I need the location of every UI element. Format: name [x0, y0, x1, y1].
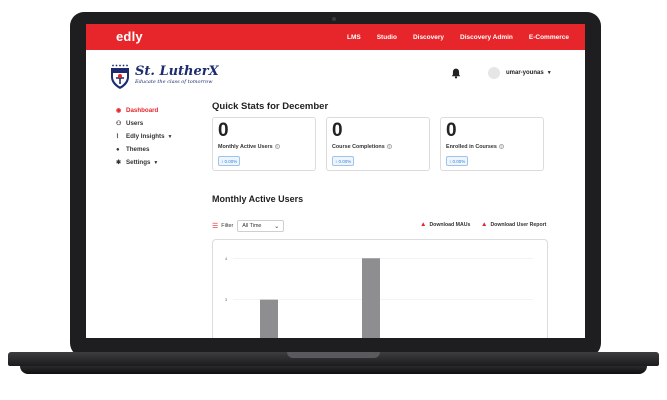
- stat-card-monthly-active-users: 0 Monthly Active Users? ↕ 0.00%: [212, 117, 316, 171]
- bell-icon[interactable]: [451, 68, 461, 79]
- chevron-down-icon: ▼: [546, 70, 552, 76]
- y-tick-label: 4: [225, 256, 228, 261]
- stat-value: 0: [218, 120, 229, 141]
- dashboard-icon: ◉: [116, 108, 122, 114]
- laptop-notch: [287, 352, 380, 358]
- download-user-report-label: Download User Report: [490, 221, 547, 228]
- filter-label: Filter: [221, 223, 234, 229]
- filter-select-value: All Time: [242, 223, 262, 229]
- sidebar-item-dashboard[interactable]: ◉ Dashboard: [116, 104, 216, 117]
- avatar: [488, 67, 500, 79]
- brand-logo[interactable]: edly: [116, 29, 143, 44]
- sidebar-item-label: Themes: [126, 146, 150, 153]
- user-menu[interactable]: umar-younas ▼: [488, 67, 552, 79]
- stat-value: 0: [446, 120, 457, 141]
- mau-chart: 432: [212, 239, 548, 338]
- site-logo[interactable]: St. LutherX Educate the class of tomorro…: [109, 64, 241, 90]
- laptop-base-bottom: [20, 366, 647, 374]
- laptop-mockup: edly LMS Studio Discovery Discovery Admi…: [0, 0, 667, 400]
- stat-card-course-completions: 0 Course Completions? ↕ 0.00%: [326, 117, 430, 171]
- stat-label: Monthly Active Users?: [218, 144, 280, 150]
- nav-discovery-admin[interactable]: Discovery Admin: [460, 34, 513, 41]
- users-icon: ⚇: [116, 121, 122, 127]
- quick-stats-title: Quick Stats for December: [212, 101, 329, 112]
- mau-bar-chart: 432: [225, 256, 533, 338]
- nav-discovery[interactable]: Discovery: [413, 34, 444, 41]
- chevron-down-icon: ▼: [167, 133, 173, 140]
- stat-value: 0: [332, 120, 343, 141]
- monthly-active-users-title: Monthly Active Users: [212, 194, 304, 204]
- gear-icon: ✱: [116, 160, 122, 166]
- sidebar-item-edly-insights[interactable]: ⌇ Edly Insights ▼: [116, 130, 216, 143]
- sidebar-item-themes[interactable]: ● Themes: [116, 143, 216, 156]
- info-icon[interactable]: ?: [498, 144, 504, 150]
- sidebar-item-label: Edly Insights: [126, 133, 165, 140]
- camera-dot: [332, 17, 336, 21]
- palette-icon: ●: [116, 146, 120, 153]
- download-maus-button[interactable]: ▲ Download MAUs: [420, 221, 470, 228]
- nav-lms[interactable]: LMS: [347, 34, 361, 41]
- sidebar-item-users[interactable]: ⚇ Users: [116, 117, 216, 130]
- stat-label: Enrolled in Courses?: [446, 144, 504, 150]
- download-maus-label: Download MAUs: [429, 221, 471, 228]
- top-nav-links: LMS Studio Discovery Discovery Admin E-C…: [347, 24, 585, 50]
- info-icon[interactable]: ?: [386, 144, 392, 150]
- filter-select[interactable]: All Time ⌄: [237, 220, 285, 232]
- logo-title: St. LutherX: [135, 64, 219, 79]
- chevron-down-icon: ⌄: [274, 223, 280, 230]
- chart-bar[interactable]: [362, 258, 380, 338]
- info-icon[interactable]: ?: [274, 144, 280, 150]
- sidebar-item-label: Dashboard: [126, 107, 159, 114]
- sidebar-item-label: Users: [126, 120, 144, 127]
- stat-label: Course Completions?: [332, 144, 392, 150]
- username: umar-younas: [506, 70, 544, 76]
- stat-change-badge: ↕ 0.00%: [332, 156, 355, 166]
- chart-line-icon: ⌇: [116, 134, 119, 140]
- shield-crest-icon: [111, 64, 129, 89]
- nav-ecommerce[interactable]: E-Commerce: [529, 34, 569, 41]
- download-icon: ▲: [481, 221, 488, 228]
- filter-icon: ☰: [212, 223, 219, 230]
- chart-bar[interactable]: [260, 299, 278, 338]
- top-navbar: edly LMS Studio Discovery Discovery Admi…: [86, 24, 585, 50]
- filter-row: ☰ Filter All Time ⌄: [212, 220, 285, 232]
- sidebar-item-label: Settings: [126, 159, 151, 166]
- logo-tagline: Educate the class of tomorrow: [135, 79, 213, 85]
- sidebar: ◉ Dashboard ⚇ Users ⌇ Edly Insights ▼ ● …: [116, 104, 216, 169]
- stat-change-badge: ↕ 0.00%: [218, 156, 241, 166]
- stat-change-badge: ↕ 0.00%: [446, 156, 469, 166]
- y-tick-label: 3: [225, 297, 228, 302]
- app-screen: edly LMS Studio Discovery Discovery Admi…: [86, 24, 585, 338]
- sidebar-item-settings[interactable]: ✱ Settings ▼: [116, 156, 216, 169]
- chevron-down-icon: ▼: [153, 159, 159, 166]
- stat-card-enrolled-in-courses: 0 Enrolled in Courses? ↕ 0.00%: [440, 117, 544, 171]
- download-user-report-button[interactable]: ▲ Download User Report: [481, 221, 546, 228]
- download-icon: ▲: [420, 221, 427, 228]
- nav-studio[interactable]: Studio: [377, 34, 397, 41]
